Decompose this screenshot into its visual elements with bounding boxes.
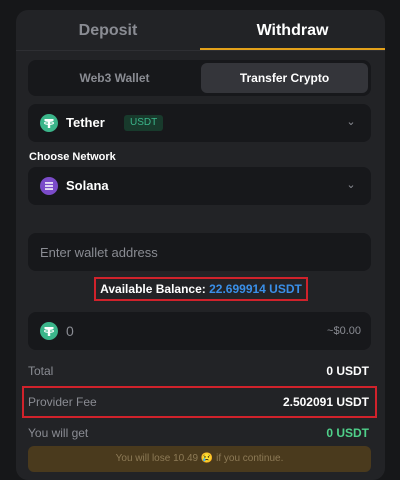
provider-fee-value: 2.502091 USDT (282, 395, 369, 409)
tab-divider (16, 50, 385, 51)
tab-bar: Deposit Withdraw (16, 10, 385, 52)
web3-wallet-tab[interactable]: Web3 Wallet (31, 63, 198, 93)
provider-fee-row: Provider Fee 2.502091 USDT (22, 386, 377, 418)
provider-fee-label: Provider Fee (28, 395, 97, 409)
total-row: Total 0 USDT (28, 360, 371, 382)
chevron-down-icon: ⌄ (346, 179, 356, 191)
tab-deposit[interactable]: Deposit (16, 10, 200, 50)
loss-warning: You will lose 10.49 😢 if you continue. (28, 446, 371, 472)
transfer-crypto-tab[interactable]: Transfer Crypto (201, 63, 368, 93)
available-balance-label: Available Balance: (100, 282, 206, 296)
amount-value: 0 (66, 323, 74, 339)
available-balance-value: 22.699914 USDT (209, 282, 302, 296)
currency-select[interactable]: Tether USDT ⌄ (28, 104, 371, 142)
withdraw-modal: Deposit Withdraw Web3 Wallet Transfer Cr… (16, 10, 385, 480)
amount-field[interactable]: 0 ~$0.00 (28, 312, 371, 350)
network-select[interactable]: Solana ⌄ (28, 167, 371, 205)
you-will-get-row: You will get 0 USDT (28, 422, 371, 444)
available-balance: Available Balance: 22.699914 USDT (94, 277, 308, 301)
you-will-get-value: 0 USDT (326, 426, 369, 440)
solana-icon (40, 177, 58, 195)
currency-name: Tether (66, 115, 105, 130)
total-value: 0 USDT (326, 364, 369, 378)
tether-usdt-icon (40, 114, 58, 132)
total-label: Total (28, 364, 54, 378)
chevron-down-icon: ⌄ (346, 116, 356, 128)
currency-badge: USDT (124, 115, 164, 131)
choose-network-label: Choose Network (29, 151, 116, 163)
network-name: Solana (66, 178, 109, 193)
tab-withdraw[interactable]: Withdraw (200, 10, 385, 50)
tether-usdt-icon (40, 322, 58, 340)
method-switch: Web3 Wallet Transfer Crypto (28, 60, 371, 96)
amount-usd-value: ~$0.00 (327, 325, 361, 337)
wallet-address-input[interactable] (28, 233, 371, 271)
you-will-get-label: You will get (28, 426, 89, 440)
